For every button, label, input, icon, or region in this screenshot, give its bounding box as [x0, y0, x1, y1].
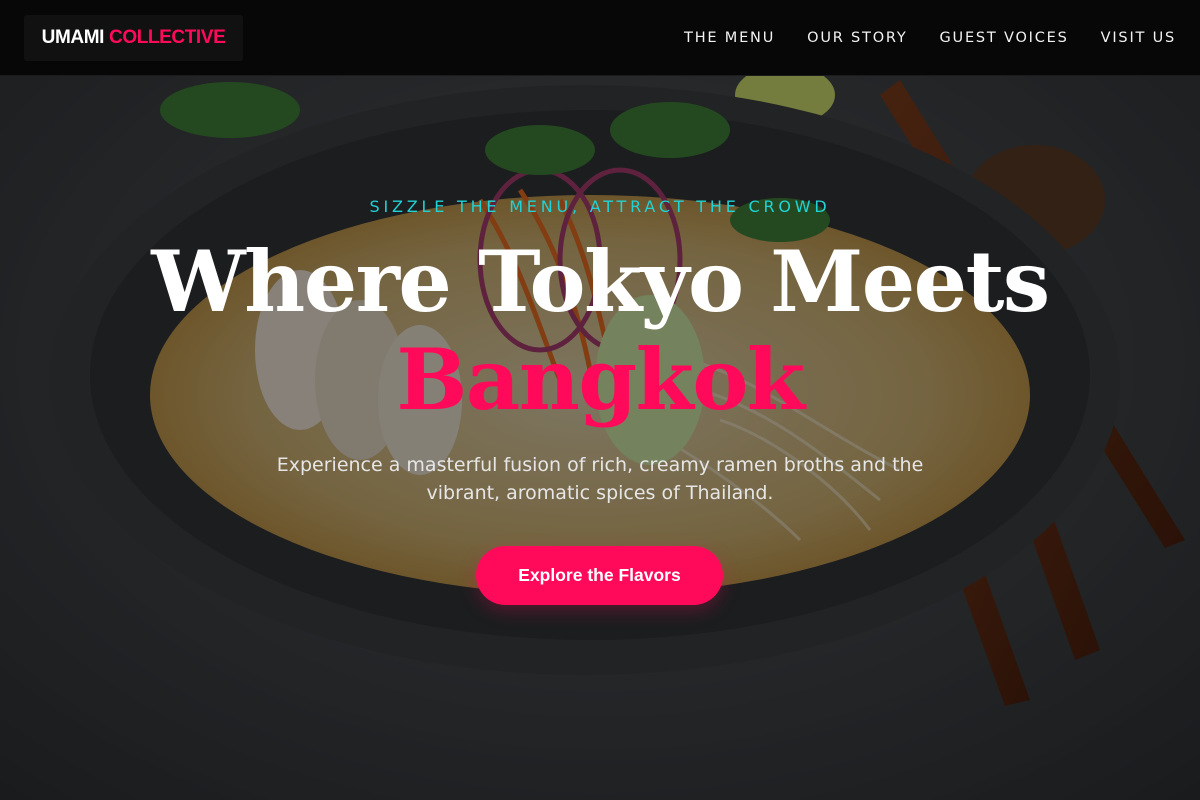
hero-headline: Where Tokyo Meets — [151, 232, 1050, 331]
explore-flavors-button[interactable]: Explore the Flavors — [476, 546, 723, 605]
hero-headline-accent: Bangkok — [396, 330, 805, 429]
hero-tagline: SIZZLE THE MENU, ATTRACT THE CROWD — [369, 197, 831, 216]
hero-section: SIZZLE THE MENU, ATTRACT THE CROWD Where… — [0, 0, 1200, 800]
hero-description: Experience a masterful fusion of rich, c… — [276, 454, 924, 504]
